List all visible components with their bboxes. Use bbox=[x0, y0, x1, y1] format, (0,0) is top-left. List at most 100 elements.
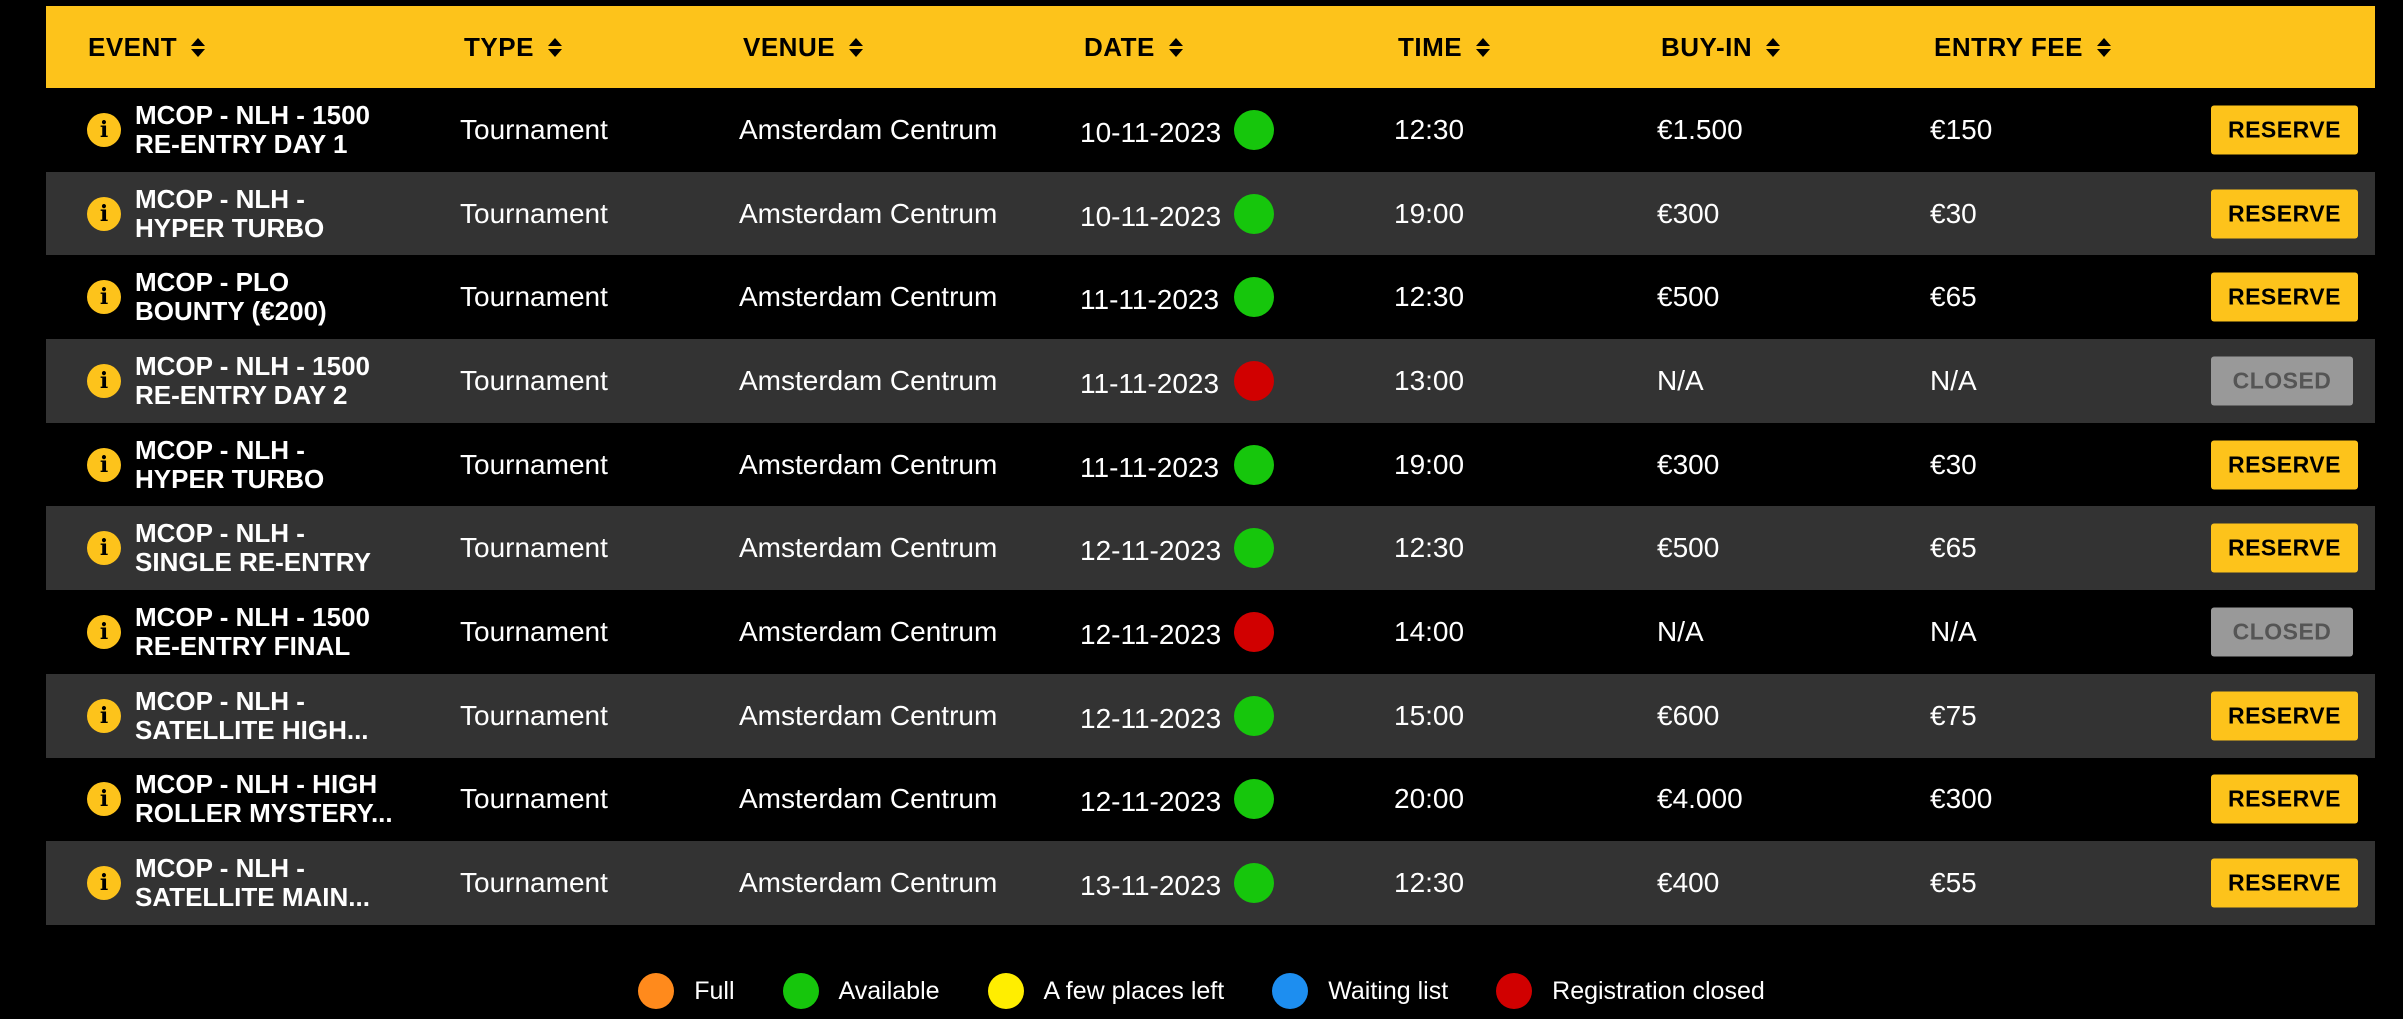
event-time: 19:00 bbox=[1394, 197, 1465, 229]
info-icon[interactable]: i bbox=[87, 614, 121, 649]
event-name-line2: SATELLITE MAIN... bbox=[135, 882, 370, 913]
sort-icon[interactable] bbox=[1476, 37, 1491, 57]
event-name-line1: MCOP - NLH - bbox=[135, 183, 305, 214]
table-row: i MCOP - NLH - SATELLITE HIGH... Tournament… bbox=[46, 673, 2375, 758]
event-name[interactable]: MCOP - NLH - HYPER TURBO bbox=[135, 183, 395, 243]
info-icon[interactable]: i bbox=[87, 866, 121, 901]
legend-status-dot-icon bbox=[987, 973, 1024, 1009]
event-name[interactable]: MCOP - NLH - HIGH ROLLER MYSTERY... bbox=[135, 770, 395, 828]
info-icon[interactable]: i bbox=[87, 531, 121, 566]
column-header-time[interactable]: TIME bbox=[1398, 6, 1491, 88]
reserve-button[interactable]: RESERVE bbox=[2211, 523, 2358, 573]
column-header-label: DATE bbox=[1084, 31, 1155, 62]
reserve-button[interactable]: RESERVE bbox=[2211, 272, 2358, 322]
reserve-button[interactable]: RESERVE bbox=[2211, 691, 2358, 741]
info-icon[interactable]: i bbox=[87, 782, 121, 817]
status-legend: Full Available A few places left Waiting li… bbox=[0, 973, 2403, 1009]
legend-item: Full bbox=[638, 973, 735, 1009]
sort-icon[interactable] bbox=[849, 37, 864, 57]
event-entry-fee: €30 bbox=[1930, 197, 1977, 229]
availability-status-icon bbox=[1234, 863, 1274, 904]
reserve-button[interactable]: RESERVE bbox=[2211, 774, 2358, 824]
event-venue: Amsterdam Centrum bbox=[739, 197, 998, 229]
info-icon[interactable]: i bbox=[87, 698, 121, 733]
event-name[interactable]: MCOP - NLH - SINGLE RE-ENTRY bbox=[135, 519, 395, 577]
sort-icon[interactable] bbox=[191, 37, 206, 57]
event-name[interactable]: MCOP - PLO BOUNTY (€200) bbox=[135, 268, 395, 326]
column-header-entry-fee[interactable]: ENTRY FEE bbox=[1934, 6, 2111, 88]
availability-status-icon bbox=[1234, 528, 1274, 569]
column-header-label: TYPE bbox=[464, 31, 534, 62]
sort-icon[interactable] bbox=[547, 37, 562, 57]
column-header-date[interactable]: DATE bbox=[1084, 6, 1183, 88]
legend-item: Available bbox=[782, 973, 940, 1009]
event-name[interactable]: MCOP - NLH - SATELLITE HIGH... bbox=[135, 686, 395, 745]
info-icon[interactable]: i bbox=[87, 196, 121, 231]
table-row: i MCOP - NLH - SINGLE RE-ENTRY Tournament Am… bbox=[46, 506, 2375, 591]
event-entry-fee: €65 bbox=[1930, 532, 1977, 564]
table-row: i MCOP - NLH - 1500 RE-ENTRY FINAL Tourname… bbox=[46, 590, 2375, 674]
reserve-button[interactable]: RESERVE bbox=[2211, 440, 2358, 490]
table-body: i MCOP - NLH - 1500 RE-ENTRY DAY 1 Tourname… bbox=[46, 88, 2375, 925]
event-time: 14:00 bbox=[1394, 615, 1465, 647]
event-venue: Amsterdam Centrum bbox=[739, 364, 998, 396]
event-buy-in: N/A bbox=[1657, 364, 1704, 396]
event-buy-in: €600 bbox=[1657, 699, 1720, 731]
event-name[interactable]: MCOP - NLH - 1500 RE-ENTRY DAY 1 bbox=[135, 100, 395, 159]
table-row: i MCOP - NLH - 1500 RE-ENTRY DAY 2 Tourname… bbox=[46, 339, 2375, 423]
event-entry-fee: €75 bbox=[1930, 699, 1977, 731]
column-header-event[interactable]: EVENT bbox=[88, 6, 206, 88]
availability-status-icon bbox=[1234, 360, 1274, 401]
column-header-label: VENUE bbox=[743, 31, 836, 62]
event-name-line1: MCOP - NLH - bbox=[135, 853, 305, 884]
event-date: 11-11-2023 bbox=[1080, 368, 1220, 400]
event-buy-in: €400 bbox=[1657, 867, 1720, 899]
legend-status-dot-icon bbox=[638, 973, 675, 1009]
column-header-type[interactable]: TYPE bbox=[464, 6, 562, 88]
event-buy-in: N/A bbox=[1657, 615, 1704, 647]
event-name-line2: HYPER TURBO bbox=[135, 212, 325, 243]
event-name-line2: RE-ENTRY FINAL bbox=[135, 630, 351, 661]
event-date: 12-11-2023 bbox=[1080, 786, 1222, 818]
info-icon[interactable]: i bbox=[87, 280, 121, 315]
sort-icon[interactable] bbox=[1168, 37, 1183, 57]
info-icon[interactable]: i bbox=[87, 363, 121, 398]
event-time: 12:30 bbox=[1394, 867, 1465, 899]
table-row: i MCOP - NLH - SATELLITE MAIN... Tournament… bbox=[46, 841, 2375, 925]
event-entry-fee: €150 bbox=[1930, 113, 1993, 145]
event-type: Tournament bbox=[460, 113, 608, 145]
event-name[interactable]: MCOP - NLH - 1500 RE-ENTRY FINAL bbox=[135, 602, 395, 661]
event-type: Tournament bbox=[460, 783, 608, 815]
column-header-label: ENTRY FEE bbox=[1934, 31, 2083, 62]
event-date: 12-11-2023 bbox=[1080, 535, 1222, 567]
availability-status-icon bbox=[1234, 444, 1274, 485]
event-venue: Amsterdam Centrum bbox=[739, 113, 998, 145]
column-header-buy-in[interactable]: BUY-IN bbox=[1661, 6, 1781, 88]
event-name-line2: SATELLITE HIGH... bbox=[135, 714, 369, 745]
sort-icon[interactable] bbox=[2096, 37, 2111, 57]
reserve-button[interactable]: RESERVE bbox=[2211, 189, 2358, 239]
event-time: 12:30 bbox=[1394, 532, 1465, 564]
availability-status-icon bbox=[1234, 277, 1274, 318]
event-name-line2: ROLLER MYSTERY... bbox=[135, 798, 393, 829]
info-icon[interactable]: i bbox=[87, 447, 121, 482]
sort-icon[interactable] bbox=[1766, 37, 1781, 57]
event-name[interactable]: MCOP - NLH - HYPER TURBO bbox=[135, 435, 395, 494]
event-date: 12-11-2023 bbox=[1080, 619, 1222, 651]
event-type: Tournament bbox=[460, 281, 608, 313]
legend-item: A few places left bbox=[987, 973, 1224, 1009]
event-entry-fee: €55 bbox=[1930, 867, 1977, 899]
column-header-venue[interactable]: VENUE bbox=[743, 6, 864, 88]
event-venue: Amsterdam Centrum bbox=[739, 615, 998, 647]
availability-status-icon bbox=[1234, 779, 1274, 820]
event-name-line1: MCOP - NLH - bbox=[135, 518, 305, 549]
event-venue: Amsterdam Centrum bbox=[739, 448, 998, 480]
info-icon[interactable]: i bbox=[87, 112, 121, 147]
reserve-button[interactable]: RESERVE bbox=[2211, 105, 2358, 155]
event-name[interactable]: MCOP - NLH - SATELLITE MAIN... bbox=[135, 854, 395, 912]
event-name[interactable]: MCOP - NLH - 1500 RE-ENTRY DAY 2 bbox=[135, 351, 395, 410]
event-buy-in: €500 bbox=[1657, 532, 1720, 564]
legend-label: Waiting list bbox=[1328, 976, 1449, 1005]
reserve-button[interactable]: RESERVE bbox=[2211, 858, 2358, 908]
availability-status-icon bbox=[1234, 109, 1274, 150]
